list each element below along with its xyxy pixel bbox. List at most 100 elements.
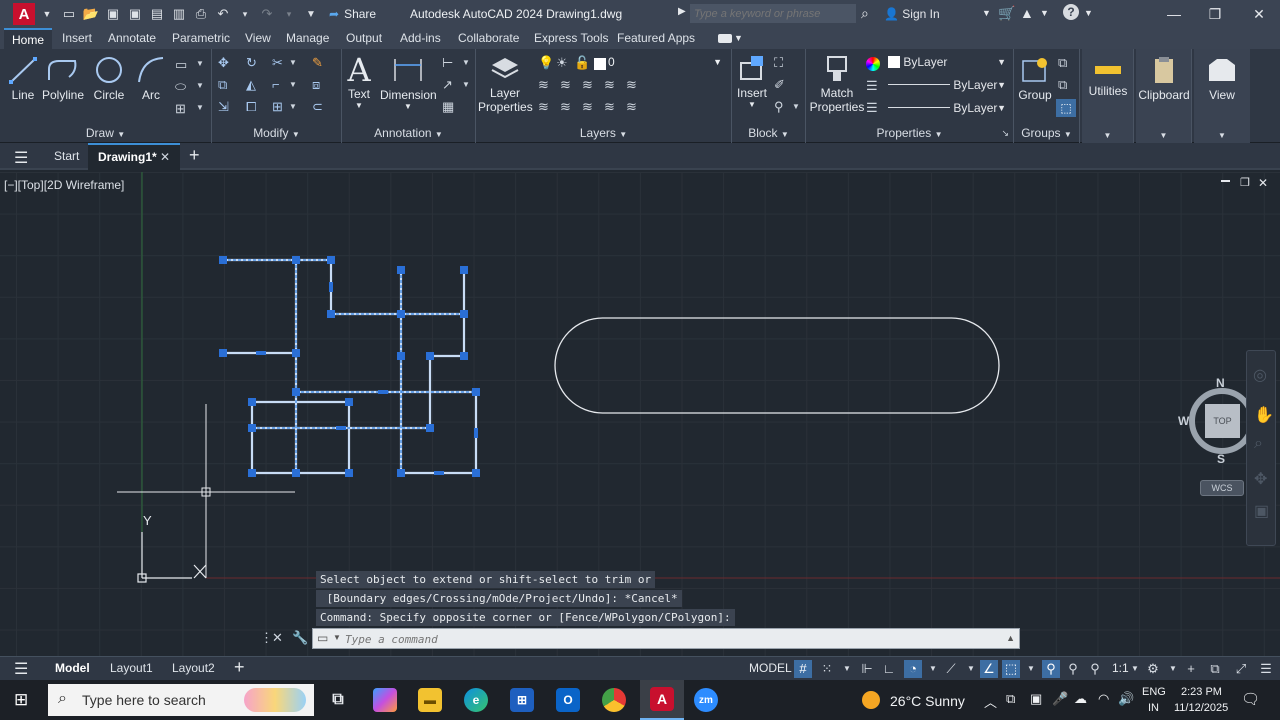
annotation-visibility-icon[interactable]: ⚲ (1042, 660, 1060, 678)
object-snap-icon[interactable]: ⬚ (1002, 660, 1020, 678)
language-indicator-line2[interactable]: IN (1148, 702, 1159, 714)
layer-isolate-icon[interactable]: ≋ (582, 77, 593, 93)
open-folder-icon[interactable]: 📂 (83, 6, 99, 22)
scale-dropdown-icon[interactable]: ▼ (1126, 660, 1144, 678)
color-wheel-icon[interactable] (866, 57, 880, 71)
erase-icon[interactable]: ✎ (312, 55, 323, 71)
copy-icon[interactable]: ⧉ (218, 77, 227, 93)
plot-icon[interactable]: ⎙ (193, 6, 209, 22)
layer-previous-icon[interactable]: ≋ (560, 77, 571, 93)
volume-icon[interactable]: 🔊 (1118, 691, 1134, 707)
taskbar-search-box[interactable]: ⌕ Type here to search (48, 684, 314, 716)
workspace-dropdown-icon[interactable]: ▼ (1164, 660, 1182, 678)
dimension-tool[interactable]: Dimension ▼ (380, 55, 437, 111)
clean-screen-icon[interactable]: ⤢ (1232, 660, 1250, 678)
maximize-button[interactable]: ❐ (1201, 4, 1229, 24)
model-tab[interactable]: Model (55, 661, 90, 675)
snap-dropdown-icon[interactable]: ▼ (838, 660, 856, 678)
layer-color-swatch[interactable] (594, 58, 606, 70)
save-web-icon[interactable]: ▤ (149, 6, 165, 22)
windows-start-icon[interactable]: ⊞ (14, 690, 28, 710)
rectangle-dropdown-icon[interactable]: ▼ (196, 59, 204, 68)
rotate-icon[interactable]: ↻ (246, 55, 257, 71)
notifications-icon[interactable]: 🗨 (1241, 690, 1260, 708)
compass-south[interactable]: S (1217, 452, 1225, 466)
layer-dropdown[interactable]: 0 ▼ (608, 55, 728, 69)
fillet-dropdown-icon[interactable]: ▼ (289, 80, 297, 89)
tab-express-tools[interactable]: Express Tools (534, 28, 608, 49)
undo-icon[interactable]: ↶ (215, 6, 231, 22)
app-dropdown-icon[interactable]: ▼ (1040, 8, 1049, 18)
publish-icon[interactable]: ▥ (171, 6, 187, 22)
tab-output[interactable]: Output (346, 28, 382, 49)
tab-home[interactable]: Home (4, 28, 53, 49)
layer-thaw-sun-icon[interactable]: ☀ (556, 55, 568, 71)
ortho-mode-icon[interactable]: ∟ (880, 660, 898, 678)
hamburger-menu-icon[interactable]: ☰ (14, 148, 28, 168)
units-icon[interactable]: ⧉ (1206, 660, 1224, 678)
tab-annotate[interactable]: Annotate (108, 28, 156, 49)
line-tool[interactable]: Line (8, 55, 38, 102)
pan-hand-icon[interactable]: ✋ (1254, 405, 1274, 425)
layer-freeze-icon[interactable]: ≋ (626, 77, 637, 93)
autocad-logo[interactable]: A (13, 3, 35, 25)
help-dropdown-icon[interactable]: ▼ (1084, 8, 1093, 18)
wcs-menu[interactable]: WCS (1200, 480, 1244, 496)
snap-mode-icon[interactable]: ⁙ (818, 660, 836, 678)
create-block-icon[interactable]: ⛶ (774, 55, 783, 71)
help-icon[interactable]: ? (1063, 4, 1079, 20)
task-view-icon[interactable]: ⧉ (326, 688, 350, 712)
layer-off-icon[interactable]: ≋ (538, 99, 549, 115)
layer-make-current-icon[interactable]: ≋ (582, 99, 593, 115)
cart-icon[interactable]: 🛒 (998, 5, 1015, 22)
selected-lines[interactable] (223, 258, 478, 475)
tab-insert[interactable]: Insert (62, 28, 92, 49)
minimize-button[interactable]: — (1160, 4, 1188, 24)
share-button[interactable]: ➦ Share (329, 7, 376, 21)
search-expand-icon[interactable]: ▶ (678, 6, 686, 17)
annotation-scale-icon[interactable]: ⚲ (1086, 660, 1104, 678)
edit-block-icon[interactable]: ✐ (774, 77, 785, 93)
showmotion-icon[interactable]: ▣ (1254, 501, 1269, 521)
layer-lock-icon[interactable]: ≋ (560, 99, 571, 115)
annotation-panel-label[interactable]: Annotation ▼ (342, 126, 475, 140)
properties-launcher-icon[interactable]: ↘ (1001, 128, 1009, 139)
array-dropdown-icon[interactable]: ▼ (289, 102, 297, 111)
gradient-icon[interactable]: ⊞ (175, 101, 186, 117)
stretch-icon[interactable]: ⇲ (218, 99, 229, 115)
recent-commands-dropdown-icon[interactable]: ▼ (333, 633, 341, 642)
sign-in-button[interactable]: 👤 Sign In (884, 7, 940, 21)
customize-quick-access-icon[interactable]: ▼ (303, 6, 319, 22)
command-prompt-icon[interactable]: ▭ (317, 631, 328, 645)
outlook-icon[interactable]: O (556, 688, 580, 712)
linetype-icon[interactable]: ☰ (866, 100, 878, 116)
polar-dropdown-icon[interactable]: ▼ (924, 660, 942, 678)
layout-list-menu-icon[interactable]: ☰ (14, 659, 28, 679)
group-tool[interactable]: Group (1016, 55, 1054, 102)
tab-add-ins[interactable]: Add-ins (400, 28, 441, 49)
autodesk-app-icon[interactable]: ▲ (1020, 5, 1034, 21)
groups-panel-label[interactable]: Groups ▼ (1014, 126, 1079, 140)
command-close-icon[interactable]: ✕ (272, 630, 283, 646)
app-menu-chevron-icon[interactable]: ▼ (39, 6, 55, 22)
arc-tool[interactable]: Arc (136, 55, 166, 102)
utilities-panel[interactable]: Utilities ▼ (1082, 49, 1134, 143)
fillet-icon[interactable]: ⌐ (272, 77, 280, 92)
onedrive-cloud-icon[interactable]: ☁ (1074, 691, 1087, 707)
file-explorer-icon[interactable]: ▬ (418, 688, 442, 712)
layout2-tab[interactable]: Layout2 (172, 661, 215, 675)
linetype-dropdown[interactable]: ByLayer ▼ (888, 101, 1010, 115)
layer-unisolate-icon[interactable]: ≋ (604, 77, 615, 93)
zoom-extents-icon[interactable]: ⌕ (1254, 435, 1263, 453)
layer-match-icon[interactable]: ≋ (538, 77, 549, 93)
tab-featured-apps[interactable]: Featured Apps (617, 28, 695, 49)
group-edit-icon[interactable]: ⧉ (1058, 77, 1067, 93)
edge-browser-icon[interactable]: e (464, 688, 488, 712)
attribute-dropdown-icon[interactable]: ▼ (792, 102, 800, 111)
match-properties-tool[interactable]: Match Properties (808, 53, 866, 114)
copilot-icon[interactable] (373, 688, 397, 712)
close-tab-icon[interactable]: ✕ (160, 150, 170, 164)
polar-tracking-icon[interactable]: ◔ (904, 660, 922, 678)
undo-dropdown-icon[interactable]: ▾ (237, 6, 253, 22)
ribbon-display-dropdown-icon[interactable]: ▼ (734, 33, 743, 43)
